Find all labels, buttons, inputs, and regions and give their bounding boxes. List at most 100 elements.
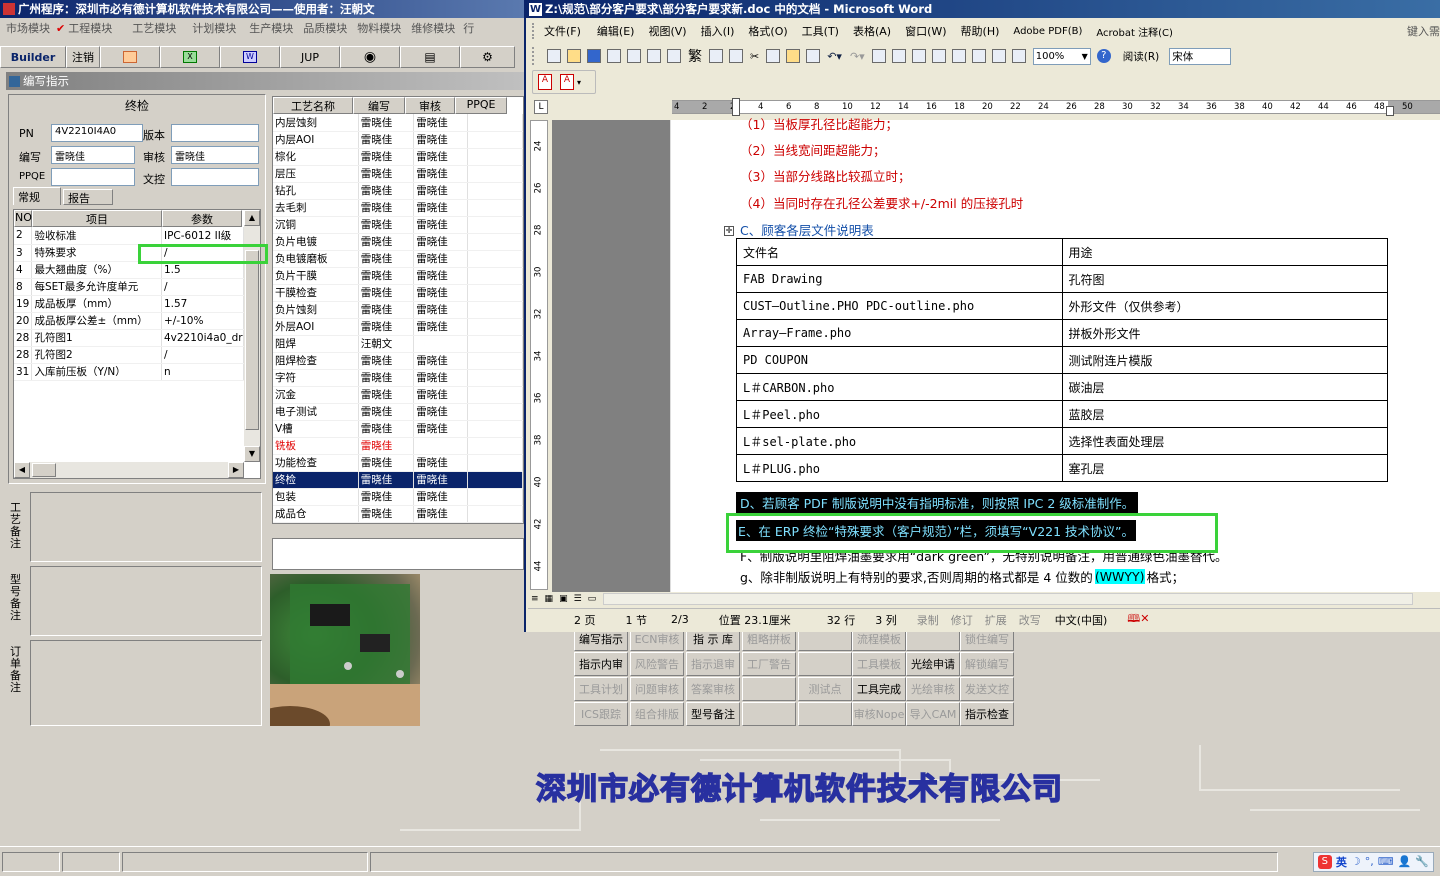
toolbar-options-icon[interactable]: ▾ (577, 78, 581, 87)
process-row[interactable]: 字符 雷晓佳 雷晓佳 (273, 369, 523, 387)
function-button[interactable]: 工具模板 (852, 652, 906, 676)
menu-file[interactable]: 文件(F) (544, 23, 581, 39)
function-button[interactable] (742, 702, 796, 726)
right-indent-marker[interactable] (1386, 106, 1394, 116)
process-row[interactable]: 沉铜 雷晓佳 雷晓佳 (273, 216, 523, 234)
function-button[interactable]: 指示检查 (960, 702, 1014, 726)
process-row[interactable]: 负电镀磨板 雷晓佳 雷晓佳 (273, 250, 523, 268)
function-button[interactable]: 工具计划 (574, 677, 628, 701)
open-icon[interactable] (567, 49, 581, 63)
email-icon[interactable] (627, 49, 641, 63)
print-icon[interactable] (647, 49, 661, 63)
menu-format[interactable]: 格式(O) (748, 23, 787, 39)
redo-icon[interactable]: ↷▾ (850, 50, 865, 63)
process-row[interactable]: 铣板 雷晓佳 (273, 437, 523, 455)
pdf-comment-icon[interactable]: A (560, 74, 574, 90)
module-market[interactable]: 市场模块 (6, 20, 50, 36)
menu-acrobat-comment[interactable]: Acrobat 注释(C) (1096, 24, 1173, 39)
process-row[interactable]: 终检 雷晓佳 雷晓佳 (273, 471, 523, 489)
function-button[interactable]: 指示退审 (686, 652, 740, 676)
param-row[interactable]: 28 孔符图2/ (14, 346, 245, 364)
copy-icon[interactable] (766, 49, 781, 63)
web-view-icon[interactable]: ▦ (545, 594, 554, 604)
process-row[interactable]: 包装 雷晓佳 雷晓佳 (273, 488, 523, 506)
process-input[interactable] (272, 538, 524, 570)
builder-button[interactable]: Builder (0, 46, 66, 68)
process-row[interactable]: 电子测试 雷晓佳 雷晓佳 (273, 403, 523, 421)
table-move-handle[interactable]: ✛ (724, 226, 734, 236)
scroll-up-icon[interactable]: ▲ (244, 210, 260, 226)
process-row[interactable]: 钻孔 雷晓佳 雷晓佳 (273, 182, 523, 200)
wenkong-field[interactable] (171, 168, 259, 186)
process-row[interactable]: V槽 雷晓佳 雷晓佳 (273, 420, 523, 438)
hscroll-track[interactable] (603, 593, 1414, 605)
menu-tools[interactable]: 工具(T) (802, 23, 839, 39)
insert-table-icon[interactable] (911, 49, 926, 63)
print-view-icon[interactable]: ▣ (559, 594, 568, 604)
help-prompt[interactable]: 键入需 (1407, 23, 1440, 39)
function-button[interactable]: 解锁编写 (960, 652, 1014, 676)
function-button[interactable] (742, 677, 796, 701)
function-button[interactable]: 光绘申请 (906, 652, 960, 676)
module-production[interactable]: 生产模块 (249, 20, 293, 36)
status-record[interactable]: 录制 (917, 612, 939, 628)
format-painter-icon[interactable] (806, 49, 821, 63)
param-row[interactable]: 31 入库前压板（Y/N） n (14, 363, 245, 381)
save-icon[interactable] (587, 49, 601, 63)
tab-general[interactable]: 常规 (13, 187, 61, 205)
settings-button[interactable]: ⚙ (460, 46, 515, 68)
word-export-button[interactable]: W (220, 46, 280, 68)
tab-selector[interactable]: L (534, 100, 548, 114)
ime-bar[interactable]: S 英 ☽ °, ⌨ 👤 🔧 (1312, 851, 1434, 872)
print-button[interactable]: ▤ (400, 46, 460, 68)
menu-table[interactable]: 表格(A) (853, 23, 891, 39)
menu-adobe-pdf[interactable]: Adobe PDF(B) (1013, 26, 1082, 37)
module-engineering[interactable]: 工程模块 (68, 20, 112, 36)
indent-marker[interactable] (732, 98, 740, 116)
pn-field[interactable]: 4V2210I4A0 (51, 124, 143, 142)
function-button[interactable]: 组合排版 (630, 702, 684, 726)
function-button[interactable]: 发送文控 (960, 677, 1014, 701)
process-row[interactable]: 棕化 雷晓佳 雷晓佳 (273, 148, 523, 166)
process-row[interactable]: 阻焊 汪朝文 (273, 335, 523, 353)
function-button[interactable]: 测试点 (798, 677, 852, 701)
tables-borders-icon[interactable] (891, 49, 906, 63)
process-row[interactable]: 负片电镀 雷晓佳 雷晓佳 (273, 233, 523, 251)
writer-field[interactable]: 雷晓佳 (51, 146, 135, 164)
spelling-icon[interactable] (709, 49, 723, 63)
menu-window[interactable]: 窗口(W) (905, 23, 946, 39)
scroll-left-icon[interactable]: ◀ (14, 462, 30, 478)
process-row[interactable]: 内层蚀刻 雷晓佳 雷晓佳 (273, 114, 523, 132)
zoom-select[interactable]: 100% ▼ (1032, 47, 1091, 65)
module-process[interactable]: 工艺模块 (132, 20, 176, 36)
font-select[interactable]: 宋体 (1169, 47, 1232, 65)
hscroll-thumb[interactable] (32, 463, 56, 477)
menu-edit[interactable]: 编辑(E) (597, 23, 635, 39)
menu-insert[interactable]: 插入(I) (701, 23, 735, 39)
param-row[interactable]: 19 成品板厚（mm） 1.57 (14, 295, 245, 313)
new-icon[interactable] (547, 49, 561, 63)
status-extend[interactable]: 扩展 (985, 612, 1007, 628)
process-row[interactable]: 沉金 雷晓佳 雷晓佳 (273, 386, 523, 404)
columns-icon[interactable] (951, 49, 966, 63)
process-row[interactable]: 负片干膜 雷晓佳 雷晓佳 (273, 267, 523, 285)
view-button[interactable]: ◉ (340, 46, 400, 68)
function-button[interactable]: 型号备注 (686, 702, 740, 726)
function-button[interactable]: 风险警告 (630, 652, 684, 676)
hyperlink-icon[interactable] (871, 49, 886, 63)
insert-excel-icon[interactable] (931, 49, 946, 63)
process-row[interactable]: 功能检查 雷晓佳 雷晓佳 (273, 454, 523, 472)
scroll-thumb[interactable] (245, 250, 259, 430)
jup-button[interactable]: JUP (280, 46, 340, 68)
process-row[interactable]: 阻焊检查 雷晓佳 雷晓佳 (273, 352, 523, 370)
function-button[interactable]: 问题审核 (630, 677, 684, 701)
scroll-down-icon[interactable]: ▼ (244, 446, 260, 462)
create-pdf-icon[interactable]: A (538, 74, 552, 90)
show-hide-icon[interactable] (1011, 49, 1026, 63)
remark-process-field[interactable] (30, 492, 262, 562)
menu-view[interactable]: 视图(V) (648, 23, 686, 39)
read-button[interactable]: 阅读(R) (1123, 49, 1160, 64)
process-row[interactable]: 负片蚀刻 雷晓佳 雷晓佳 (273, 301, 523, 319)
status-track[interactable]: 修订 (951, 612, 973, 628)
process-row[interactable]: 干膜检查 雷晓佳 雷晓佳 (273, 284, 523, 302)
